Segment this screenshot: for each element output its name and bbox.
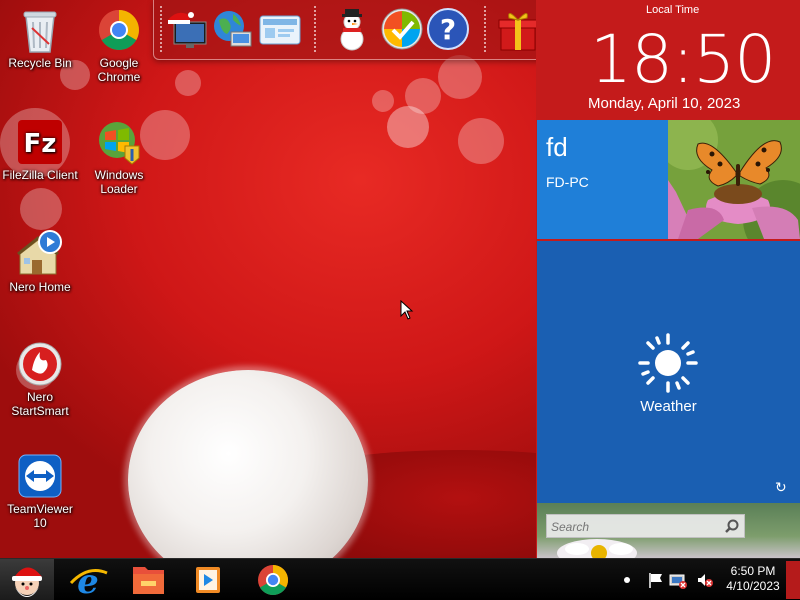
desktop-icon-label: Nero Home <box>9 280 71 294</box>
network-globe-icon[interactable] <box>209 6 255 52</box>
tray-dot-icon[interactable] <box>618 571 636 589</box>
help-icon[interactable]: ? <box>425 6 471 52</box>
teamviewer-icon <box>16 452 64 500</box>
desktop-icon-teamviewer[interactable]: TeamViewer 10 <box>0 452 80 530</box>
gift-icon[interactable] <box>495 6 541 52</box>
nero-startsmart-icon <box>16 340 64 388</box>
svg-text:?: ? <box>440 13 456 46</box>
desktop-icon-label: Google Chrome <box>97 56 141 84</box>
desktop-icon-label: TeamViewer 10 <box>7 502 73 530</box>
volume-muted-icon[interactable] <box>696 571 714 589</box>
search-tile <box>537 503 800 558</box>
chrome-icon[interactable] <box>248 561 298 599</box>
dock-separator <box>314 6 316 52</box>
svg-text:e: e <box>77 562 99 599</box>
sun-icon <box>638 333 698 393</box>
start-button[interactable] <box>0 559 54 600</box>
tray-clock[interactable]: 6:50 PM 4/10/2023 <box>724 564 782 594</box>
search-icon[interactable] <box>724 518 740 534</box>
computer-name: FD-PC <box>546 174 589 190</box>
recycle-bin-icon <box>16 6 64 54</box>
snowman-icon[interactable] <box>329 6 375 52</box>
filezilla-icon: Fz <box>16 118 64 166</box>
user-name: fd <box>546 132 568 162</box>
windows-loader-icon <box>95 118 143 166</box>
desktop-icon-label: FileZilla Client <box>2 168 78 182</box>
clock-caption: Local Time <box>646 4 700 16</box>
network-icon[interactable] <box>668 571 687 589</box>
dock-separator <box>484 6 486 52</box>
photo-tile[interactable] <box>668 120 800 239</box>
mouse-cursor-icon <box>400 300 414 320</box>
user-tile[interactable]: fd FD-PC <box>537 120 668 239</box>
search-input[interactable] <box>551 518 721 535</box>
search-box <box>546 514 745 538</box>
desktop-icon-filezilla[interactable]: Fz FileZilla Client <box>0 118 80 182</box>
clock-time: 18:50 <box>590 21 776 98</box>
tray-date: 4/10/2023 <box>726 579 780 593</box>
desktop-icon-label: Windows Loader <box>94 168 144 196</box>
butterfly-photo <box>668 120 800 239</box>
tray-time: 6:50 PM <box>730 564 776 578</box>
file-explorer-icon[interactable] <box>123 561 173 599</box>
weather-label: Weather <box>640 398 697 415</box>
taskbar: e 6:50 PM 4/10/2023 <box>0 558 800 600</box>
control-panel-icon[interactable] <box>257 6 303 52</box>
desktop-icon-google-chrome[interactable]: Google Chrome <box>79 6 159 84</box>
refresh-icon[interactable]: ↻ <box>775 481 787 495</box>
santa-monitor-icon[interactable] <box>164 6 210 52</box>
desktop-icon-recycle-bin[interactable]: Recycle Bin <box>0 6 80 70</box>
svg-text:Fz: Fz <box>24 129 57 159</box>
internet-explorer-icon[interactable]: e <box>63 561 113 600</box>
action-center-flag-icon[interactable] <box>647 571 665 589</box>
desktop-icon-label: Nero StartSmart <box>11 390 69 418</box>
show-desktop-button[interactable] <box>786 561 800 599</box>
dock-separator <box>160 6 162 52</box>
santa-start-icon <box>12 567 42 597</box>
media-player-icon[interactable] <box>183 561 233 599</box>
santa-hat-pompom <box>128 370 368 558</box>
desktop-icon-nero-home[interactable]: Nero Home <box>0 230 80 294</box>
clock-date: Monday, April 10, 2023 <box>588 95 741 112</box>
desktop-icon-windows-loader[interactable]: Windows Loader <box>79 118 159 196</box>
weather-tile[interactable]: Weather ↻ <box>537 241 800 503</box>
desktop-icon-label: Recycle Bin <box>8 56 72 70</box>
windows-update-icon[interactable] <box>379 6 425 52</box>
chrome-icon <box>95 6 143 54</box>
desktop-icon-nero-startsmart[interactable]: Nero StartSmart <box>0 340 80 418</box>
nero-home-icon <box>16 230 64 278</box>
